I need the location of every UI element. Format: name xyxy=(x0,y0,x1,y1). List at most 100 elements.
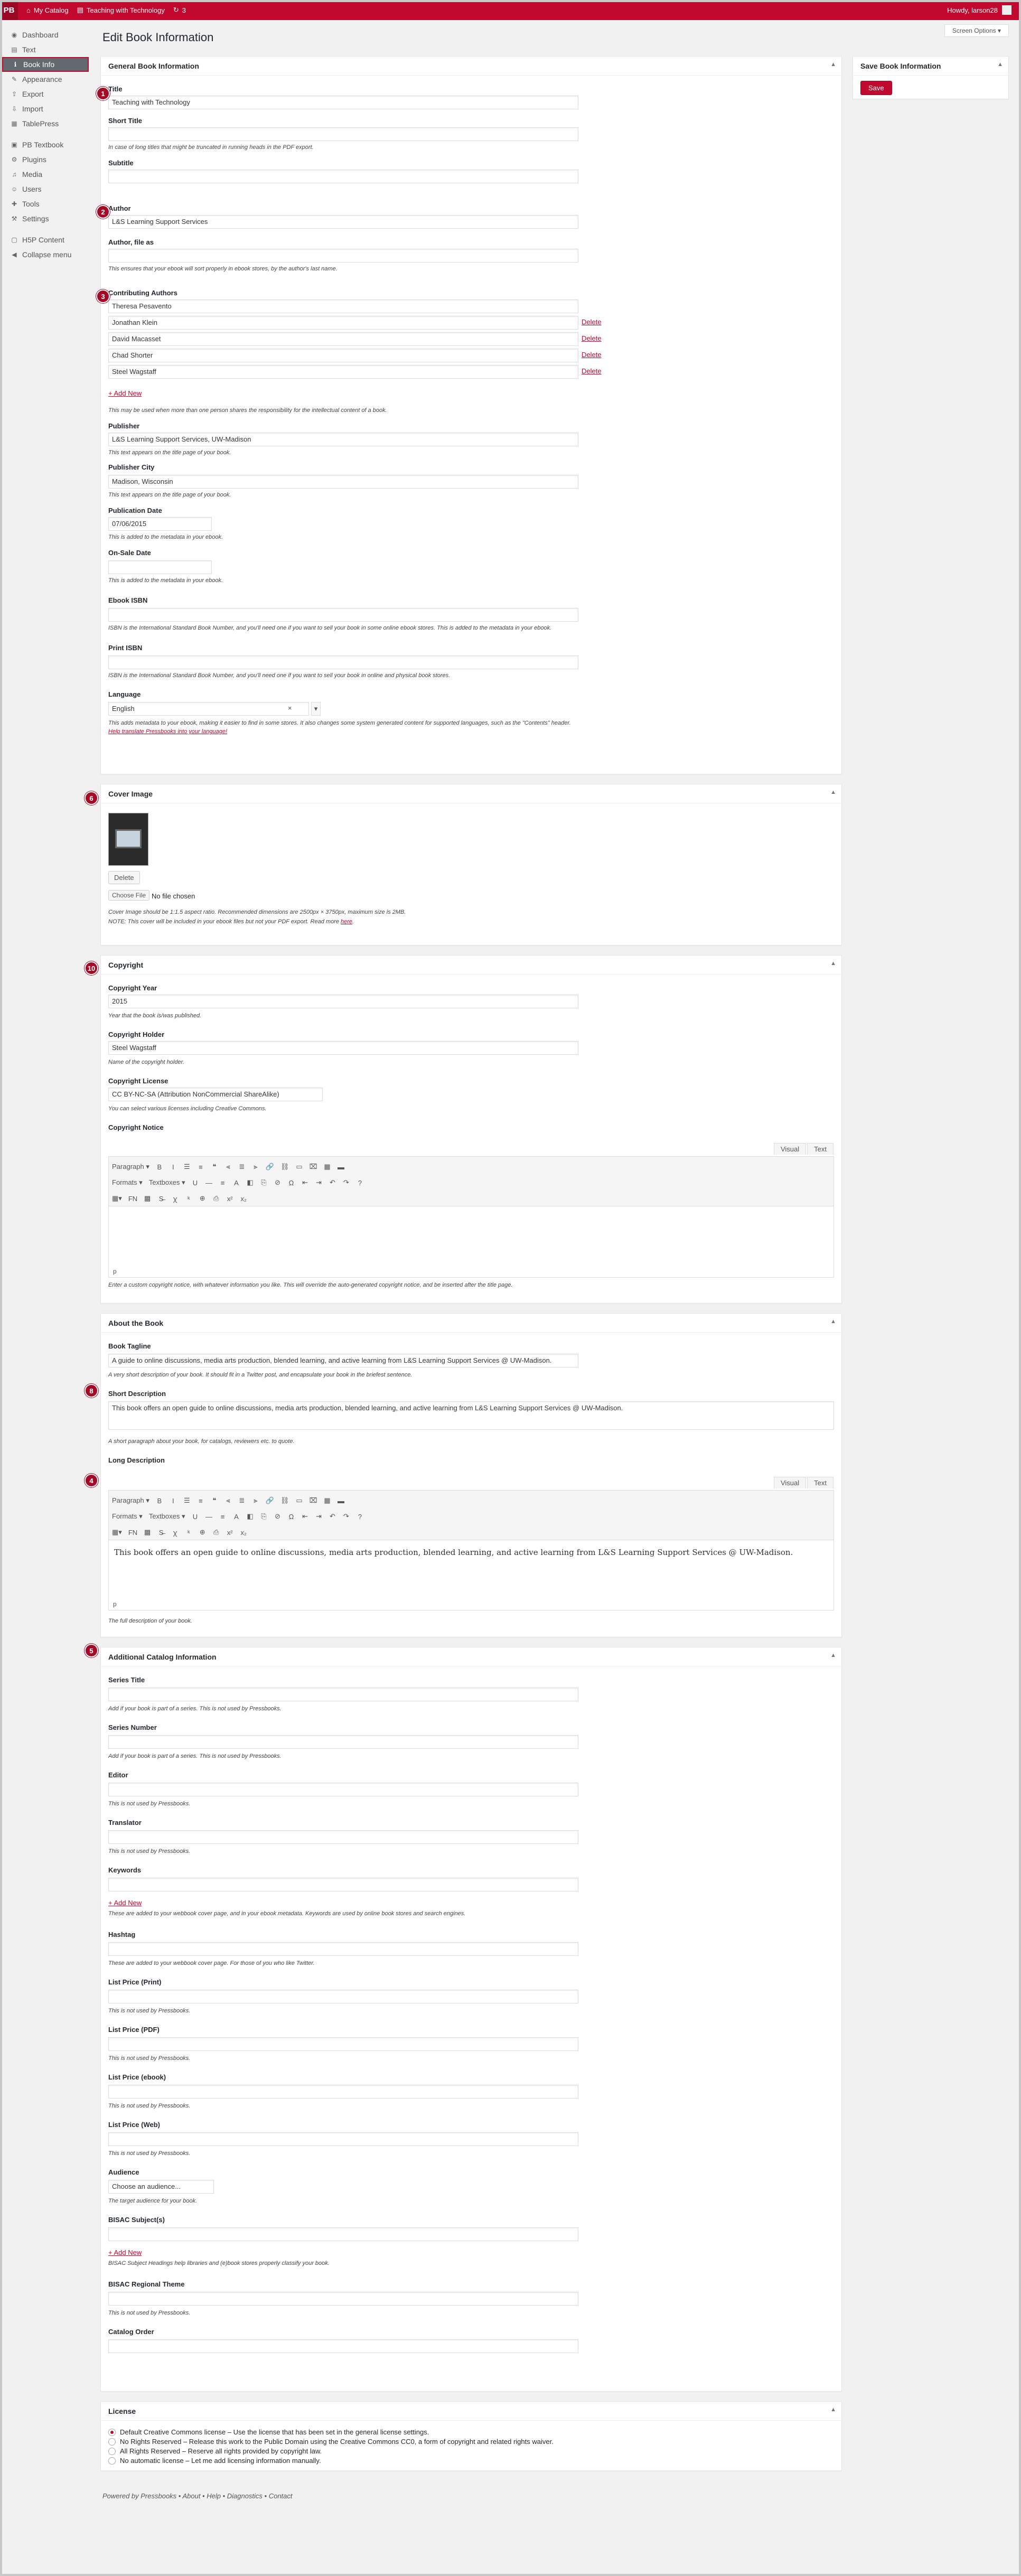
unlink-icon[interactable]: ⛓ xyxy=(280,1163,289,1171)
align-left-icon[interactable]: ⫷ xyxy=(224,1163,232,1171)
table-icon[interactable]: ▬ xyxy=(338,1163,345,1171)
justify-icon[interactable]: ≡ xyxy=(219,1179,226,1187)
bisac-regional-theme-input[interactable] xyxy=(108,2292,578,2306)
screen-options-button[interactable]: Screen Options ▾ xyxy=(944,24,1009,37)
catalog-field-input[interactable] xyxy=(108,1783,578,1796)
grid-icon[interactable]: ▩ xyxy=(144,1194,151,1203)
numbered-list-icon[interactable]: ≡ xyxy=(197,1163,204,1171)
indent-icon[interactable]: ⇥ xyxy=(315,1178,322,1187)
catalog-order-input[interactable] xyxy=(108,2339,578,2353)
anchor-icon[interactable]: ⊕ xyxy=(199,1528,206,1537)
publisher-input[interactable]: L&S Learning Support Services, UW-Madiso… xyxy=(108,433,578,446)
audience-select[interactable]: Choose an audience... xyxy=(108,2180,214,2194)
sidebar-item-tablepress[interactable]: ▦ TablePress xyxy=(2,116,91,131)
license-option[interactable]: All Rights Reserved – Reserve all rights… xyxy=(108,2447,322,2455)
justify-icon[interactable]: ≡ xyxy=(219,1513,226,1521)
catalog-field-input[interactable] xyxy=(108,1735,578,1749)
publisher-city-input[interactable]: Madison, Wisconsin xyxy=(108,475,578,489)
undo-icon[interactable]: ↶ xyxy=(329,1512,336,1521)
latex-icon[interactable]: ᵏ xyxy=(185,1195,192,1203)
license-option[interactable]: Default Creative Commons license – Use t… xyxy=(108,2428,429,2436)
sidebar-item-book-info[interactable]: ℹ Book Info xyxy=(2,57,89,72)
anchor-icon[interactable]: ⊕ xyxy=(199,1194,206,1203)
help-icon[interactable]: ? xyxy=(356,1179,363,1187)
contributor-input[interactable]: Jonathan Klein xyxy=(108,316,578,330)
sidebar-item-appearance[interactable]: ✎ Appearance xyxy=(2,72,91,87)
grid-icon[interactable]: ▩ xyxy=(144,1528,151,1537)
more-icon[interactable]: ▭ xyxy=(296,1163,303,1171)
my-catalog-link[interactable]: ⌂ My Catalog xyxy=(26,6,69,14)
sidebar-item-settings[interactable]: ⚒ Settings xyxy=(2,211,91,226)
background-color-icon[interactable]: ◧ xyxy=(246,1178,254,1187)
underline-icon[interactable]: U xyxy=(191,1179,199,1187)
long-description-editor[interactable]: Visual Text Paragraph ▾ B I ☰ ≡ ❝ ⫷ ≣ ⫸ 🔗 ⛓ ▭ ⌧ ▦ ▬ Forma… xyxy=(108,1477,834,1610)
cover-read-more-link[interactable]: here xyxy=(341,919,352,925)
pressbooks-logo-icon[interactable]: PB xyxy=(0,0,18,20)
sidebar-item-collapse-menu[interactable]: ◀ Collapse menu xyxy=(2,247,91,262)
catalog-field-input[interactable] xyxy=(108,1688,578,1701)
short-title-input[interactable] xyxy=(108,127,578,141)
footnote-icon[interactable]: FN xyxy=(128,1529,137,1537)
contributor-input[interactable]: Chad Shorter xyxy=(108,349,578,362)
hashtag-input[interactable] xyxy=(108,1942,578,1956)
special-char-icon[interactable]: Ω xyxy=(287,1179,295,1187)
add-bisac-link[interactable]: + Add New xyxy=(108,2249,142,2256)
delete-contributor-link[interactable]: Delete xyxy=(582,334,602,342)
add-keyword-link[interactable]: + Add New xyxy=(108,1899,142,1907)
bullet-list-icon[interactable]: ☰ xyxy=(183,1496,191,1505)
math-icon[interactable]: ꭓ xyxy=(171,1194,179,1203)
delete-contributor-link[interactable]: Delete xyxy=(582,351,602,359)
strike-icon[interactable]: S̶ xyxy=(157,1195,165,1203)
list-price-input[interactable] xyxy=(108,1990,578,2003)
link-icon[interactable]: 🔗 xyxy=(266,1496,274,1505)
bold-icon[interactable]: B xyxy=(156,1497,163,1505)
list-price-input[interactable] xyxy=(108,2037,578,2051)
author-file-as-input[interactable] xyxy=(108,249,578,263)
collapse-arrow-icon[interactable]: ▲ xyxy=(830,789,836,795)
italic-icon[interactable]: I xyxy=(170,1163,177,1171)
delete-contributor-link[interactable]: Delete xyxy=(582,318,602,326)
subscript-icon[interactable]: x₂ xyxy=(240,1529,247,1537)
outdent-icon[interactable]: ⇤ xyxy=(301,1512,308,1521)
on-sale-date-input[interactable] xyxy=(108,560,212,574)
table-icon[interactable]: ▬ xyxy=(338,1497,345,1505)
table-dropdown-icon[interactable]: ▦▾ xyxy=(112,1194,122,1203)
sidebar-item-h5p-content[interactable]: ▢ H5P Content xyxy=(2,232,91,247)
subtitle-input[interactable] xyxy=(108,170,578,183)
bisac-subjects-input[interactable] xyxy=(108,2227,578,2241)
latex-icon[interactable]: ᵏ xyxy=(185,1529,192,1537)
copyright-year-input[interactable]: 2015 xyxy=(108,995,578,1008)
collapse-arrow-icon[interactable]: ▲ xyxy=(830,960,836,967)
sidebar-item-import[interactable]: ⇩ Import xyxy=(2,101,91,116)
add-contributor-link[interactable]: + Add New xyxy=(108,389,142,397)
print-isbn-input[interactable] xyxy=(108,655,578,669)
catalog-field-input[interactable] xyxy=(108,1830,578,1844)
math-icon[interactable]: ꭓ xyxy=(171,1528,179,1537)
sidebar-item-plugins[interactable]: ⚙ Plugins xyxy=(2,152,91,167)
strike-icon[interactable]: S̶ xyxy=(157,1529,165,1537)
collapse-arrow-icon[interactable]: ▲ xyxy=(830,2406,836,2413)
formats-dropdown[interactable]: Formats ▾ xyxy=(112,1178,143,1187)
contributor-input[interactable]: Steel Wagstaff xyxy=(108,365,578,379)
collapse-arrow-icon[interactable]: ▲ xyxy=(830,1652,836,1659)
toolbar-toggle-icon[interactable]: ▦ xyxy=(324,1496,331,1505)
license-option[interactable]: No Rights Reserved – Release this work t… xyxy=(108,2438,554,2446)
italic-icon[interactable]: I xyxy=(170,1497,177,1505)
blockquote-icon[interactable]: ❝ xyxy=(211,1163,218,1171)
sidebar-item-users[interactable]: ☺ Users xyxy=(2,182,91,196)
align-left-icon[interactable]: ⫷ xyxy=(224,1496,232,1505)
hr-icon[interactable]: — xyxy=(205,1513,212,1521)
contributor-input[interactable]: Theresa Pesavento xyxy=(108,299,578,313)
visual-tab[interactable]: Visual xyxy=(773,1477,807,1488)
list-price-input[interactable] xyxy=(108,2085,578,2099)
align-right-icon[interactable]: ⫸ xyxy=(252,1163,259,1171)
clear-format-icon[interactable]: ⊘ xyxy=(274,1178,281,1187)
fullscreen-icon[interactable]: ⌧ xyxy=(310,1163,317,1171)
textboxes-dropdown[interactable]: Textboxes ▾ xyxy=(149,1512,185,1521)
publication-date-input[interactable]: 07/06/2015 xyxy=(108,517,212,531)
text-color-icon[interactable]: A xyxy=(232,1513,240,1521)
license-radio[interactable] xyxy=(108,2428,116,2436)
sidebar-item-export[interactable]: ⇪ Export xyxy=(2,87,91,101)
copyright-notice-editor-body[interactable] xyxy=(109,1206,833,1221)
paragraph-dropdown[interactable]: Paragraph ▾ xyxy=(112,1163,149,1171)
